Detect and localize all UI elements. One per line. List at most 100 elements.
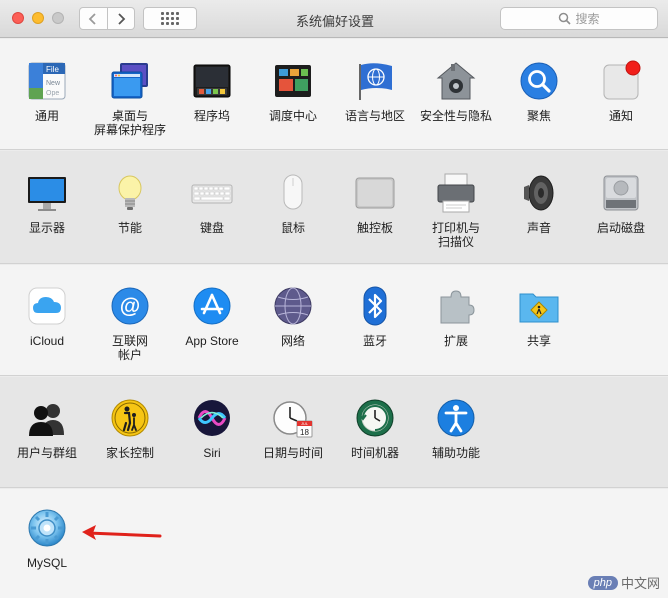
- pref-label: 共享: [526, 334, 551, 348]
- pref-desktop-screensaver[interactable]: 桌面与 屏幕保护程序: [88, 60, 172, 137]
- watermark-text: 中文网: [620, 576, 660, 591]
- pref-general[interactable]: File New Ope 通用: [5, 60, 89, 123]
- pref-app-store[interactable]: App Store: [170, 285, 254, 348]
- pref-label: iCloud: [29, 334, 65, 348]
- annotation-arrow: [82, 525, 162, 540]
- bluetooth-icon: [363, 286, 387, 326]
- clock-calendar-icon: JUL 18: [273, 401, 313, 438]
- preferences-row-1: File New Ope 通用 桌面与 屏幕保护程序 程序坞 调度中心 语言与地…: [0, 39, 668, 150]
- pref-label: 聚焦: [526, 109, 551, 123]
- search-field[interactable]: 搜索: [500, 7, 658, 30]
- trackpad-icon: [355, 177, 395, 209]
- pref-label: 键盘: [199, 221, 224, 235]
- svg-text:Ope: Ope: [46, 90, 59, 97]
- show-all-button[interactable]: [143, 7, 197, 30]
- pref-label: 安全性与隐私: [419, 109, 492, 123]
- accessibility-icon: [437, 399, 475, 437]
- svg-text:File: File: [46, 65, 59, 74]
- pref-label: 辅助功能: [431, 446, 480, 460]
- minimize-window-button[interactable]: [32, 12, 44, 24]
- hard-disk-icon: [603, 175, 639, 211]
- general-icon: File New Ope: [28, 62, 66, 100]
- sharing-folder-icon: [519, 293, 559, 323]
- pref-label: 家长控制: [105, 446, 154, 460]
- keyboard-icon: [191, 184, 233, 204]
- svg-text:@: @: [120, 295, 140, 318]
- svg-text:New: New: [46, 80, 61, 87]
- pref-label: App Store: [185, 334, 239, 348]
- pref-notifications[interactable]: 通知: [579, 60, 663, 123]
- forward-button[interactable]: [107, 7, 135, 30]
- display-icon: [28, 177, 66, 211]
- pref-language-region[interactable]: 语言与地区: [333, 60, 417, 123]
- search-icon: [559, 12, 572, 25]
- speaker-icon: [524, 175, 554, 211]
- pref-sound[interactable]: 声音: [497, 172, 581, 235]
- pref-internet-accounts[interactable]: @ 互联网 帐户: [88, 285, 172, 362]
- preferences-row-3: iCloud @ 互联网 帐户 App Store 网络 蓝牙 扩展 共享: [0, 265, 668, 376]
- pref-label: 通知: [608, 109, 633, 123]
- search-placeholder: 搜索: [575, 12, 600, 26]
- back-button[interactable]: [79, 7, 108, 30]
- pref-sharing[interactable]: 共享: [497, 285, 581, 348]
- pref-mouse[interactable]: 鼠标: [251, 172, 335, 235]
- pref-label: 蓝牙: [362, 334, 387, 348]
- siri-icon: [194, 400, 230, 436]
- grid-icon: [161, 12, 179, 25]
- pref-label: 声音: [526, 221, 551, 235]
- svg-text:JUL: JUL: [301, 421, 309, 426]
- pref-security-privacy[interactable]: 安全性与隐私: [414, 60, 498, 123]
- pref-accessibility[interactable]: 辅助功能: [414, 397, 498, 460]
- app-store-icon: [193, 287, 231, 325]
- zoom-window-button[interactable]: [52, 12, 64, 24]
- pref-keyboard[interactable]: 键盘: [170, 172, 254, 235]
- php-logo: php: [587, 575, 618, 590]
- users-icon: [29, 404, 64, 436]
- pref-label: MySQL: [26, 556, 67, 570]
- pref-users-groups[interactable]: 用户与群组: [5, 397, 89, 460]
- mission-control-icon: [275, 65, 311, 97]
- pref-label: Siri: [203, 446, 221, 460]
- pref-trackpad[interactable]: 触控板: [333, 172, 417, 235]
- icloud-icon: [28, 287, 66, 325]
- pref-spotlight[interactable]: 聚焦: [497, 60, 581, 123]
- watermark: php 中文网: [587, 573, 660, 592]
- pref-date-time[interactable]: JUL 18 日期与时间: [251, 397, 335, 460]
- pref-label: 显示器: [28, 221, 65, 235]
- pref-printers-scanners[interactable]: 打印机与 扫描仪: [414, 172, 498, 249]
- pref-bluetooth[interactable]: 蓝牙: [333, 285, 417, 348]
- desktop-screensaver-icon: [111, 63, 148, 99]
- pref-time-machine[interactable]: 时间机器: [333, 397, 417, 460]
- pref-mysql[interactable]: MySQL: [5, 507, 89, 570]
- pref-label: 触控板: [356, 221, 393, 235]
- lightbulb-icon: [118, 175, 142, 210]
- at-sign-icon: @: [111, 287, 149, 325]
- pref-label: 启动磁盘: [596, 221, 645, 235]
- pref-label: 调度中心: [268, 109, 317, 123]
- pref-label: 语言与地区: [344, 109, 405, 123]
- pref-label: 打印机与 扫描仪: [431, 221, 480, 249]
- spotlight-icon: [520, 62, 558, 100]
- pref-label: 网络: [280, 334, 305, 348]
- globe-icon: [274, 287, 312, 325]
- pref-extensions[interactable]: 扩展: [414, 285, 498, 348]
- parental-controls-icon: [111, 399, 149, 437]
- pref-startup-disk[interactable]: 启动磁盘: [579, 172, 663, 235]
- svg-text:18: 18: [300, 428, 309, 437]
- pref-icloud[interactable]: iCloud: [5, 285, 89, 348]
- pref-label: 时间机器: [350, 446, 399, 460]
- pref-parental-controls[interactable]: 家长控制: [88, 397, 172, 460]
- preferences-row-2: 显示器 节能 键盘 鼠标 触控板 打印机与 扫描仪 声音 启动磁盘: [0, 151, 668, 264]
- pref-mission-control[interactable]: 调度中心: [251, 60, 335, 123]
- close-window-button[interactable]: [12, 12, 24, 24]
- pref-label: 节能: [117, 221, 142, 235]
- pref-label: 扩展: [443, 334, 468, 348]
- pref-label: 日期与时间: [262, 446, 323, 460]
- pref-siri[interactable]: Siri: [170, 397, 254, 460]
- mouse-icon: [283, 174, 303, 210]
- pref-displays[interactable]: 显示器: [5, 172, 89, 235]
- pref-energy-saver[interactable]: 节能: [88, 172, 172, 235]
- pref-dock[interactable]: 程序坞: [170, 60, 254, 123]
- pref-label: 互联网 帐户: [111, 334, 148, 362]
- pref-network[interactable]: 网络: [251, 285, 335, 348]
